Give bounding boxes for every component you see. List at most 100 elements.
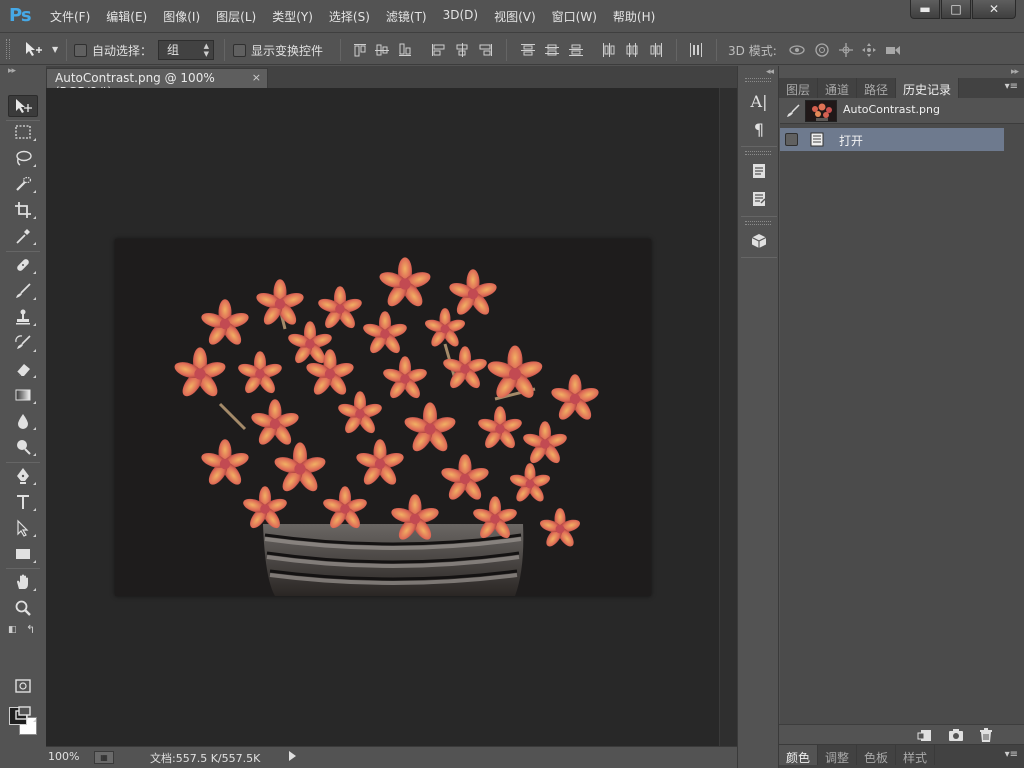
tab-adjustments[interactable]: 调整 (818, 745, 858, 765)
blur-tool[interactable] (8, 410, 38, 432)
vertical-scrollbar[interactable] (719, 88, 737, 746)
character-panel-button[interactable]: A| (745, 89, 773, 113)
close-tab-icon[interactable]: × (252, 71, 261, 84)
history-state-row[interactable]: 打开 (780, 128, 1004, 151)
history-brush-source-icon[interactable] (786, 104, 800, 118)
align-right-edges-icon[interactable] (478, 42, 494, 58)
scale-3d-icon[interactable] (884, 42, 902, 58)
align-horizontal-centers-icon[interactable] (454, 42, 470, 58)
notes-panel-button[interactable] (745, 159, 773, 183)
history-snapshot[interactable]: AutoContrast.png (780, 98, 1024, 124)
tool-preset-picker[interactable]: ▼ (24, 41, 58, 57)
clone-stamp-tool[interactable] (8, 306, 38, 328)
menu-file[interactable]: 文件(F) (42, 8, 98, 25)
tab-styles[interactable]: 样式 (896, 745, 936, 765)
distribute-horizontal-centers-icon[interactable] (624, 42, 640, 58)
bottom-panel-menu-icon[interactable]: ▾≡ (1005, 749, 1018, 760)
swap-colors-icon[interactable]: ↰ (26, 623, 35, 636)
eraser-tool[interactable] (8, 358, 38, 380)
align-bottom-edges-icon[interactable] (397, 42, 413, 58)
zoom-level-field[interactable]: 100% (48, 750, 88, 763)
close-button[interactable]: ✕ (972, 0, 1016, 19)
roll-3d-icon[interactable] (813, 42, 831, 58)
properties-panel-button[interactable] (745, 187, 773, 211)
slide-3d-icon[interactable] (860, 42, 878, 58)
menu-select[interactable]: 选择(S) (321, 8, 378, 25)
menu-help[interactable]: 帮助(H) (605, 8, 663, 25)
auto-select-option[interactable]: 自动选择： (74, 42, 152, 59)
quick-mask-button[interactable] (8, 675, 38, 697)
tab-layers[interactable]: 图层 (779, 78, 819, 98)
distribute-left-icon[interactable] (601, 42, 617, 58)
distribute-right-icon[interactable] (648, 42, 664, 58)
dock-grip[interactable] (745, 151, 771, 155)
zoom-tool[interactable] (8, 597, 38, 619)
default-colors-icon[interactable]: ◧ (8, 625, 17, 635)
pen-tool[interactable] (8, 465, 38, 487)
drag-3d-icon[interactable] (837, 42, 855, 58)
align-top-edges-icon[interactable] (352, 42, 368, 58)
history-state-checkbox[interactable] (785, 133, 798, 146)
distribute-top-icon[interactable] (520, 42, 536, 58)
paragraph-panel-button[interactable]: ¶ (745, 117, 773, 141)
quick-selection-tool[interactable] (8, 173, 38, 195)
distribute-vertical-centers-icon[interactable] (544, 42, 560, 58)
document-image[interactable] (115, 239, 651, 596)
show-transform-checkbox[interactable] (233, 44, 246, 57)
3d-panel-button[interactable] (745, 229, 773, 253)
eyedropper-tool[interactable] (8, 225, 38, 247)
path-selection-tool[interactable] (8, 517, 38, 539)
auto-select-target-dropdown[interactable]: 组 ▲ ▼ (158, 40, 214, 60)
canvas-area[interactable] (46, 88, 719, 746)
camera-icon[interactable] (948, 727, 964, 743)
auto-align-layers-icon[interactable] (688, 42, 704, 58)
panel-menu-icon[interactable]: ▾≡ (1005, 81, 1018, 92)
move-tool[interactable] (8, 95, 38, 117)
status-menu-arrow-icon[interactable] (289, 751, 296, 761)
dock-grip[interactable] (745, 78, 771, 82)
tab-channels[interactable]: 通道 (818, 78, 858, 98)
collapse-toolbox-icon[interactable]: ▸▸ (8, 66, 16, 76)
crop-icon (15, 202, 31, 218)
menu-edit[interactable]: 编辑(E) (98, 8, 155, 25)
menu-image[interactable]: 图像(I) (155, 8, 208, 25)
crop-tool[interactable] (8, 199, 38, 221)
screen-mode-button[interactable] (8, 702, 38, 724)
rectangle-tool[interactable] (8, 543, 38, 565)
distribute-bottom-icon[interactable] (568, 42, 584, 58)
status-preview-icon[interactable]: ▦ (94, 751, 114, 764)
history-brush-tool[interactable] (8, 332, 38, 354)
collapse-dock-icon[interactable]: ◂◂ (766, 67, 774, 77)
tab-color[interactable]: 颜色 (779, 745, 819, 765)
align-vertical-centers-icon[interactable] (374, 42, 390, 58)
hand-tool[interactable] (8, 571, 38, 593)
auto-select-checkbox[interactable] (74, 44, 87, 57)
maximize-button[interactable]: □ (941, 0, 971, 19)
rotate-3d-icon[interactable] (788, 42, 806, 58)
gradient-tool[interactable] (8, 384, 38, 406)
show-transform-option[interactable]: 显示变换控件 (233, 42, 323, 59)
menu-3d[interactable]: 3D(D) (435, 8, 486, 25)
rectangular-marquee-tool[interactable] (8, 121, 38, 143)
tab-paths[interactable]: 路径 (857, 78, 897, 98)
menu-window[interactable]: 窗口(W) (544, 8, 605, 25)
tab-swatches[interactable]: 色板 (857, 745, 897, 765)
menu-filter[interactable]: 滤镜(T) (378, 8, 435, 25)
collapse-panels-icon[interactable]: ▸▸ (1011, 67, 1019, 77)
minimize-button[interactable]: ▬ (910, 0, 940, 19)
trash-icon[interactable] (978, 727, 994, 743)
document-tab[interactable]: AutoContrast.png @ 100%(RGB/8#) × (46, 68, 268, 99)
menu-view[interactable]: 视图(V) (486, 8, 544, 25)
options-bar-grip[interactable] (6, 39, 10, 59)
menu-layer[interactable]: 图层(L) (208, 8, 264, 25)
spot-healing-brush-tool[interactable] (8, 254, 38, 276)
align-left-edges-icon[interactable] (430, 42, 446, 58)
dock-grip[interactable] (745, 221, 771, 225)
tab-history[interactable]: 历史记录 (896, 78, 960, 98)
menu-type[interactable]: 类型(Y) (264, 8, 321, 25)
brush-tool[interactable] (8, 280, 38, 302)
type-tool[interactable] (8, 491, 38, 513)
new-document-from-state-icon[interactable] (917, 727, 933, 743)
dodge-tool[interactable] (8, 436, 38, 458)
lasso-tool[interactable] (8, 147, 38, 169)
